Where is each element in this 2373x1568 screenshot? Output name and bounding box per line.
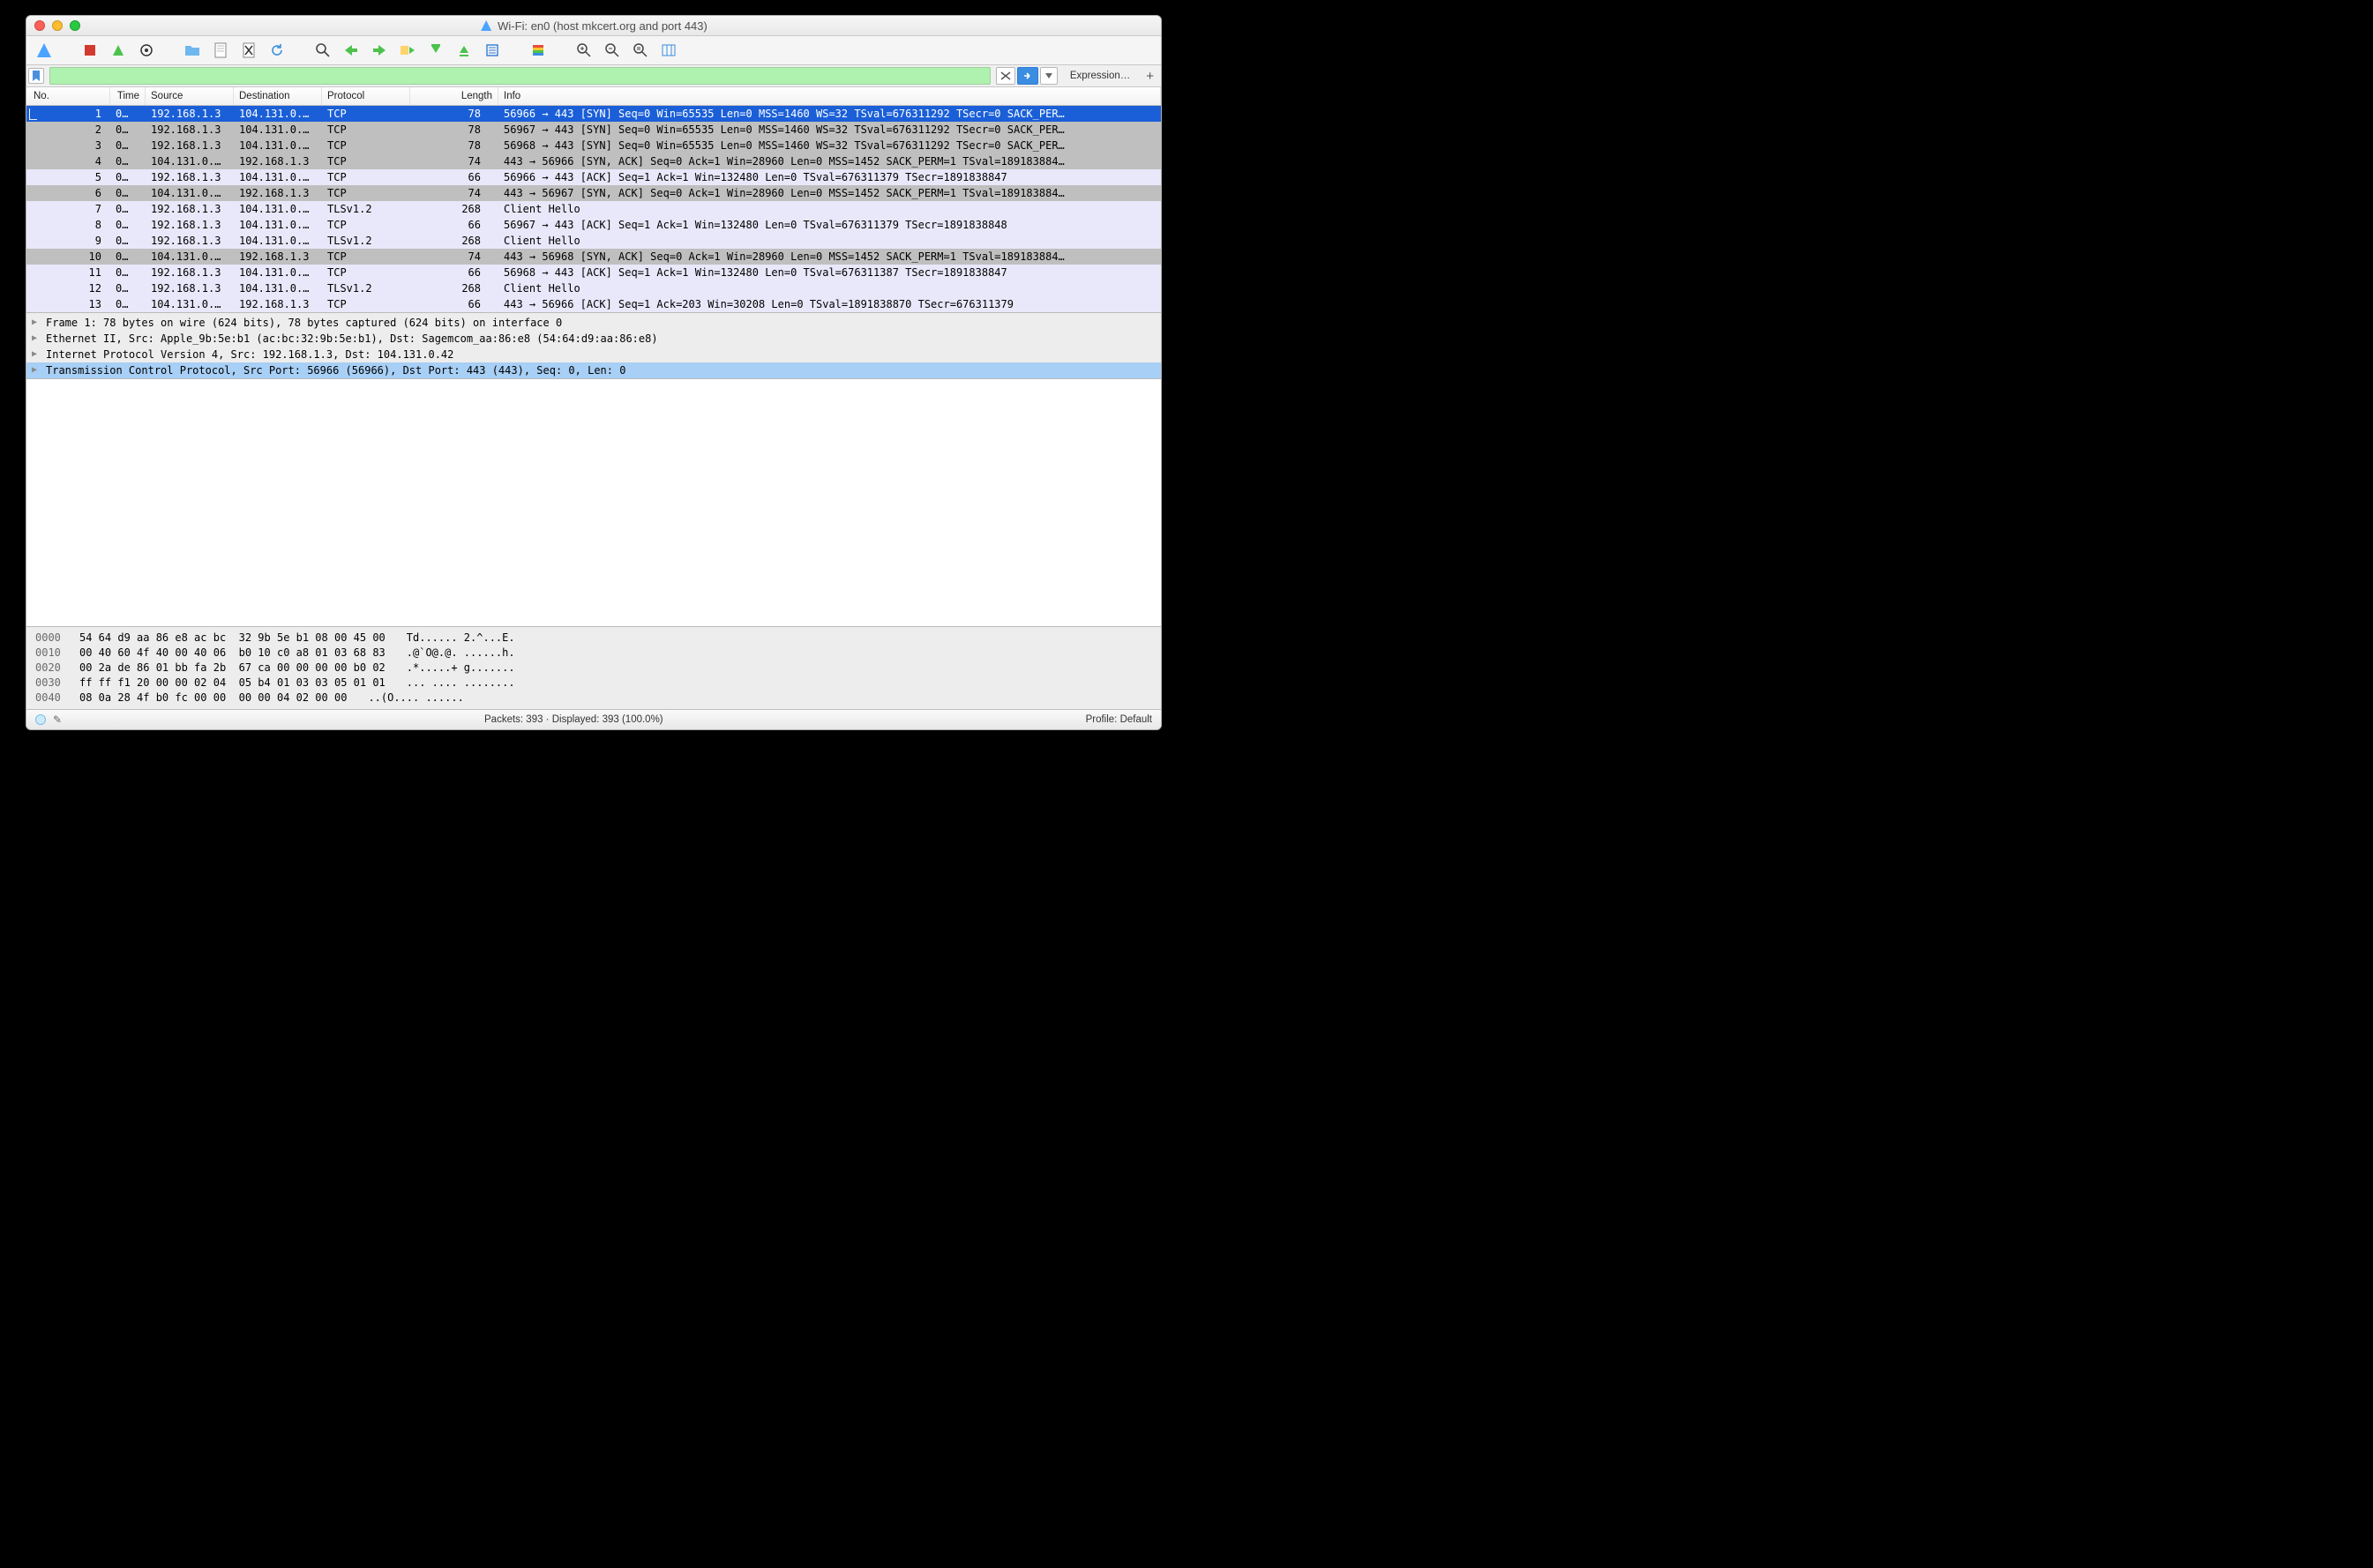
packet-row[interactable]: 50…192.168.1.3104.131.0.…TCP6656966 → 44… [26, 169, 1161, 185]
packet-row[interactable]: 80…192.168.1.3104.131.0.…TCP6656967 → 44… [26, 217, 1161, 233]
go-forward-icon[interactable] [369, 40, 390, 61]
col-protocol[interactable]: Protocol [322, 87, 410, 105]
col-time[interactable]: Time [110, 87, 146, 105]
window-controls [34, 20, 80, 31]
packet-row[interactable]: 60…104.131.0.…192.168.1.3TCP74443 → 5696… [26, 185, 1161, 201]
col-info[interactable]: Info [498, 87, 1161, 105]
find-packet-icon[interactable] [312, 40, 333, 61]
app-fin-icon[interactable] [34, 40, 55, 61]
packet-row[interactable]: 110…192.168.1.3104.131.0.…TCP6656968 → 4… [26, 265, 1161, 280]
main-toolbar [26, 36, 1161, 65]
clear-filter-button[interactable] [996, 67, 1015, 85]
resize-columns-icon[interactable] [658, 40, 679, 61]
app-window: Wi-Fi: en0 (host mkcert.org and port 443… [26, 15, 1162, 730]
hex-line[interactable]: 0030ff ff f1 20 00 00 02 04 05 b4 01 03 … [35, 676, 1152, 691]
detail-tcp[interactable]: ▶Transmission Control Protocol, Src Port… [26, 362, 1161, 378]
open-file-icon[interactable] [182, 40, 203, 61]
add-filter-button[interactable]: + [1142, 69, 1157, 84]
hex-line[interactable]: 001000 40 60 4f 40 00 40 06 b0 10 c0 a8 … [35, 646, 1152, 661]
packet-row[interactable]: 100…104.131.0.…192.168.1.3TCP74443 → 569… [26, 249, 1161, 265]
zoom-out-icon[interactable] [602, 40, 623, 61]
packet-bytes-pane[interactable]: 000054 64 d9 aa 86 e8 ac bc 32 9b 5e b1 … [26, 626, 1161, 709]
close-file-icon[interactable] [238, 40, 259, 61]
expert-info-icon[interactable] [35, 714, 46, 725]
detail-ip[interactable]: ▶Internet Protocol Version 4, Src: 192.1… [26, 347, 1161, 362]
autoscroll-icon[interactable] [482, 40, 503, 61]
expression-button[interactable]: Expression… [1063, 71, 1137, 81]
detail-frame[interactable]: ▶Frame 1: 78 bytes on wire (624 bits), 7… [26, 315, 1161, 331]
edit-capture-comment-icon[interactable]: ✎ [53, 713, 62, 726]
close-icon[interactable] [34, 20, 45, 31]
status-bar: ✎ Packets: 393 · Displayed: 393 (100.0%)… [26, 709, 1161, 729]
packet-details-pane[interactable]: ▶Frame 1: 78 bytes on wire (624 bits), 7… [26, 313, 1161, 379]
col-no[interactable]: No. [26, 87, 110, 105]
titlebar: Wi-Fi: en0 (host mkcert.org and port 443… [26, 16, 1161, 36]
display-filter-input[interactable] [49, 67, 991, 85]
hex-line[interactable]: 004008 0a 28 4f b0 fc 00 00 00 00 04 02 … [35, 691, 1152, 706]
zoom-reset-icon[interactable] [630, 40, 651, 61]
packet-row[interactable]: 120…192.168.1.3104.131.0.…TLSv1.2268Clie… [26, 280, 1161, 296]
go-back-icon[interactable] [341, 40, 362, 61]
minimize-icon[interactable] [52, 20, 63, 31]
app-fin-icon [480, 19, 492, 32]
stop-capture-icon[interactable] [79, 40, 101, 61]
zoom-icon[interactable] [70, 20, 80, 31]
hex-line[interactable]: 000054 64 d9 aa 86 e8 ac bc 32 9b 5e b1 … [35, 631, 1152, 646]
status-profile[interactable]: Profile: Default [1086, 714, 1152, 725]
zoom-in-icon[interactable] [573, 40, 595, 61]
detail-eth[interactable]: ▶Ethernet II, Src: Apple_9b:5e:b1 (ac:bc… [26, 331, 1161, 347]
go-to-last-icon[interactable] [453, 40, 475, 61]
packet-list-header: No. Time Source Destination Protocol Len… [26, 87, 1161, 106]
window-title: Wi-Fi: en0 (host mkcert.org and port 443… [498, 19, 707, 33]
packet-row[interactable]: 90…192.168.1.3104.131.0.…TLSv1.2268Clien… [26, 233, 1161, 249]
reload-file-icon[interactable] [266, 40, 288, 61]
go-to-packet-icon[interactable] [397, 40, 418, 61]
capture-options-icon[interactable] [136, 40, 157, 61]
go-to-first-icon[interactable] [425, 40, 446, 61]
col-destination[interactable]: Destination [234, 87, 322, 105]
packet-list[interactable]: No. Time Source Destination Protocol Len… [26, 87, 1161, 313]
restart-capture-icon[interactable] [108, 40, 129, 61]
packet-row[interactable]: 30…192.168.1.3104.131.0.…TCP7856968 → 44… [26, 138, 1161, 153]
apply-filter-button[interactable] [1017, 67, 1038, 85]
packet-row[interactable]: 130…104.131.0.…192.168.1.3TCP66443 → 569… [26, 296, 1161, 312]
colorize-icon[interactable] [528, 40, 549, 61]
filter-bookmark-icon[interactable] [28, 68, 44, 84]
save-file-icon[interactable] [210, 40, 231, 61]
col-length[interactable]: Length [410, 87, 498, 105]
hex-line[interactable]: 002000 2a de 86 01 bb fa 2b 67 ca 00 00 … [35, 661, 1152, 676]
status-packets: Packets: 393 · Displayed: 393 (100.0%) [484, 714, 663, 725]
packet-row[interactable]: 10…192.168.1.3104.131.0.…TCP7856966 → 44… [26, 106, 1161, 122]
display-filter-bar: Expression… + [26, 65, 1161, 87]
col-source[interactable]: Source [146, 87, 234, 105]
details-blank-area [26, 379, 1161, 626]
packet-row[interactable]: 20…192.168.1.3104.131.0.…TCP7856967 → 44… [26, 122, 1161, 138]
packet-row[interactable]: 70…192.168.1.3104.131.0.…TLSv1.2268Clien… [26, 201, 1161, 217]
packet-row[interactable]: 40…104.131.0.…192.168.1.3TCP74443 → 5696… [26, 153, 1161, 169]
filter-history-dropdown[interactable] [1040, 67, 1058, 85]
